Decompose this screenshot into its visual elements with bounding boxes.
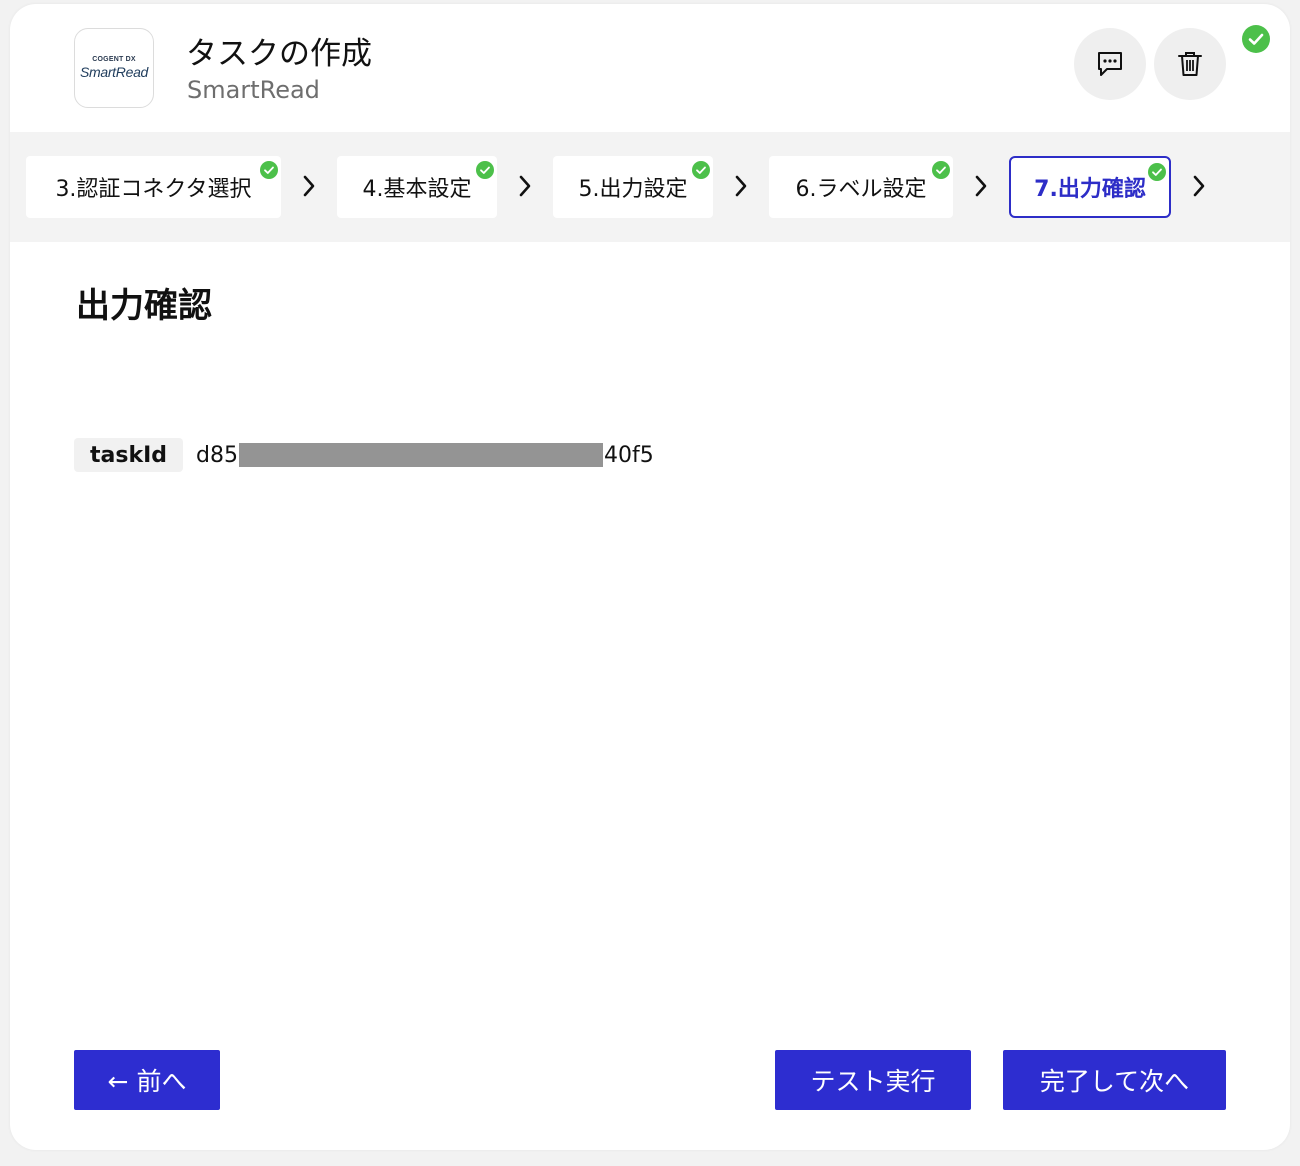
chevron-right-icon (975, 175, 987, 197)
page-title: タスクの作成 (186, 36, 372, 72)
step-label: 3.認証コネクタ選択 (55, 177, 252, 202)
check-circle-icon (1242, 25, 1270, 53)
step-output-settings[interactable]: 5.出力設定 (553, 156, 713, 218)
chevron-right-icon (303, 175, 315, 197)
chevron-right-icon[interactable] (1190, 172, 1208, 200)
check-circle-icon (260, 161, 278, 179)
chevron-right-icon (735, 175, 747, 197)
step-label: 6.ラベル設定 (795, 177, 927, 202)
comment-button[interactable] (1074, 28, 1146, 100)
step-label: 7.出力確認 (1034, 177, 1146, 202)
comment-icon (1098, 52, 1122, 76)
logo-product-text: SmartRead (79, 64, 149, 80)
step-label-settings[interactable]: 6.ラベル設定 (769, 156, 953, 218)
step-label: 4.基本設定 (362, 177, 472, 202)
prev-button[interactable]: ← 前へ (74, 1050, 220, 1110)
page-subtitle: SmartRead (187, 76, 320, 104)
complete-next-button[interactable]: 完了して次へ (1003, 1050, 1226, 1110)
app-logo: COGENT DX SmartRead (74, 28, 154, 108)
field-value-suffix: 40f5 (603, 442, 654, 468)
test-run-button[interactable]: テスト実行 (775, 1050, 971, 1110)
step-label: 5.出力設定 (578, 177, 688, 202)
step-output-confirmation[interactable]: 7.出力確認 (1009, 156, 1171, 218)
field-key: taskId (74, 438, 184, 472)
field-value-prefix: d85 (196, 442, 238, 468)
step-auth-connector[interactable]: 3.認証コネクタ選択 (26, 156, 281, 218)
step-basic-settings[interactable]: 4.基本設定 (337, 156, 497, 218)
section-title: 出力確認 (76, 286, 212, 326)
check-circle-icon (692, 161, 710, 179)
trash-icon (1178, 52, 1202, 76)
check-circle-icon (1148, 163, 1166, 181)
delete-button[interactable] (1154, 28, 1226, 100)
step-navigation: 3.認証コネクタ選択 4.基本設定 5.出力設定 6.ラベル設定 7.出力確認 (10, 132, 1290, 242)
logo-brand-text: COGENT DX (92, 56, 136, 63)
check-circle-icon (476, 161, 494, 179)
check-circle-icon (932, 161, 950, 179)
field-value: d85 40f5 (196, 438, 654, 472)
chevron-right-icon (519, 175, 531, 197)
redacted-block (238, 443, 603, 467)
create-task-dialog: COGENT DX SmartRead タスクの作成 SmartRead 3.認… (10, 4, 1290, 1150)
